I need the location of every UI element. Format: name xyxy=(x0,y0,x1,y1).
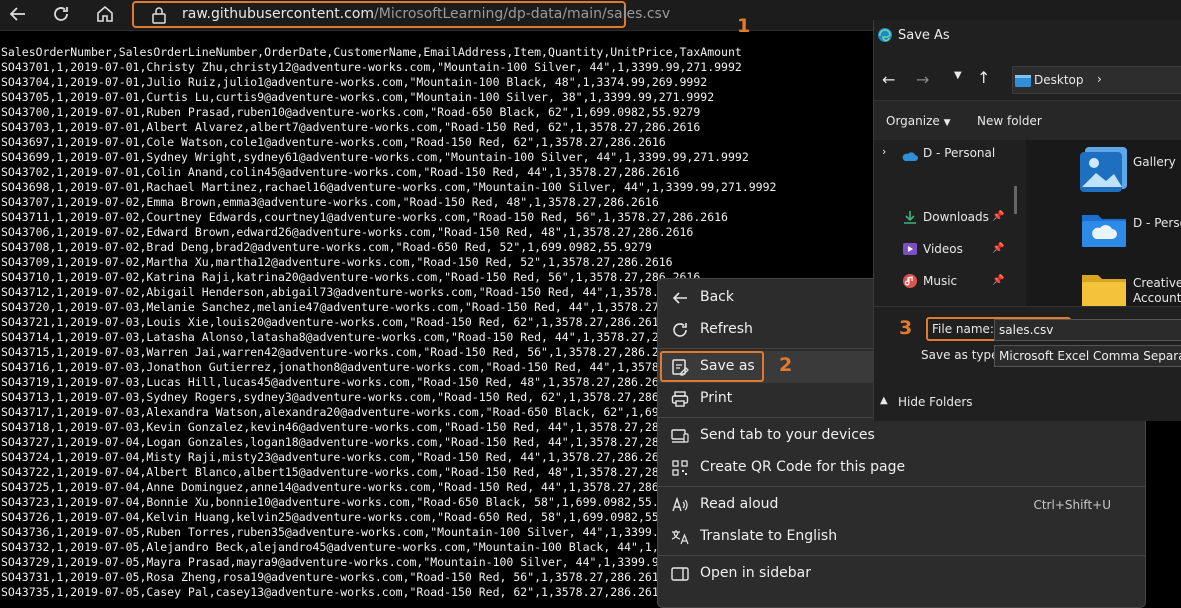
folder-icon xyxy=(1082,273,1126,310)
csv-line: SO43709,1,2019-07-02,Martha Xu,martha12@… xyxy=(1,255,673,269)
sidebar-icon xyxy=(670,565,690,583)
dialog-title: Save As xyxy=(898,28,950,43)
menu-label: Read aloud xyxy=(700,496,779,512)
file-item-label-line2: Account xyxy=(1133,291,1181,305)
refresh-icon[interactable] xyxy=(50,4,72,26)
save-as-dialog: Save As ← → ▼ ↑ Desktop › Organize ▼ New… xyxy=(873,20,1181,421)
home-icon[interactable] xyxy=(94,4,116,26)
file-item-label: Creative C xyxy=(1133,276,1181,290)
file-item-label: Gallery xyxy=(1133,155,1176,169)
menu-separator xyxy=(658,555,1145,556)
csv-line: SO43698,1,2019-07-01,Rachael Martinez,ra… xyxy=(1,180,777,194)
csv-header-line: SalesOrderNumber,SalesOrderLineNumber,Or… xyxy=(1,45,742,59)
pin-icon[interactable]: 📌 xyxy=(992,275,1004,286)
breadcrumb-label: Desktop xyxy=(1034,73,1084,87)
csv-line: SO43700,1,2019-07-01,Ruben Prasad,ruben1… xyxy=(1,105,701,119)
breadcrumb-chevron-icon[interactable]: › xyxy=(1097,72,1102,86)
address-bar[interactable]: raw.githubusercontent.com/MicrosoftLearn… xyxy=(132,1,670,28)
translate-icon xyxy=(670,528,690,546)
new-folder-button[interactable]: New folder xyxy=(977,114,1042,128)
step-1-marker: 1 xyxy=(737,15,751,37)
url-text: raw.githubusercontent.com/MicrosoftLearn… xyxy=(182,6,670,22)
organize-label: Organize xyxy=(886,114,940,128)
csv-line: SO43702,1,2019-07-01,Colin Anand,colin45… xyxy=(1,165,680,179)
menu-label: Send tab to your devices xyxy=(700,427,875,443)
nav-item-label: Music xyxy=(923,274,958,288)
read-aloud-icon xyxy=(670,496,690,514)
file-name-label: File name: xyxy=(932,322,994,336)
devices-icon xyxy=(670,427,690,445)
desktop-folder-icon xyxy=(1015,73,1031,92)
menu-label: Open in sidebar xyxy=(700,565,811,581)
onedrive-cloud-icon xyxy=(902,147,918,166)
menu-item-qr-code[interactable]: Create QR Code for this page xyxy=(658,452,1145,484)
menu-label: Back xyxy=(700,289,734,305)
file-item-label: D - Perso xyxy=(1133,216,1181,230)
back-arrow-icon xyxy=(670,289,690,307)
save-as-highlight xyxy=(660,351,764,382)
pin-icon[interactable]: 📌 xyxy=(992,211,1004,222)
menu-shortcut: Ctrl+Shift+U xyxy=(1033,498,1111,512)
expand-chevron-icon[interactable]: › xyxy=(882,145,886,158)
csv-line: SO43699,1,2019-07-01,Sydney Wright,sydne… xyxy=(1,150,749,164)
dialog-file-list: Gallery D - Perso Creative C Account xyxy=(1026,140,1181,306)
csv-line: SO43708,1,2019-07-02,Brad Deng,brad2@adv… xyxy=(1,240,652,254)
csv-line: SO43703,1,2019-07-01,Albert Alvarez,albe… xyxy=(1,120,701,134)
csv-line: SO43697,1,2019-07-01,Cole Watson,cole1@a… xyxy=(1,135,666,149)
menu-separator xyxy=(658,486,1145,487)
gallery-icon xyxy=(1080,147,1130,197)
organize-button[interactable]: Organize ▼ xyxy=(886,114,951,128)
csv-line: SO43704,1,2019-07-01,Julio Ruiz,julio1@a… xyxy=(1,75,708,89)
hide-folders-button[interactable]: Hide Folders xyxy=(898,395,973,409)
csv-line: SO43701,1,2019-07-01,Christy Zhu,christy… xyxy=(1,60,742,74)
onedrive-folder-icon xyxy=(1082,211,1126,251)
menu-item-open-sidebar[interactable]: Open in sidebar xyxy=(658,558,1145,590)
save-type-select[interactable]: Microsoft Excel Comma Separated V xyxy=(994,345,1181,367)
file-name-input[interactable]: sales.csv xyxy=(994,319,1181,341)
scrollbar-thumb[interactable] xyxy=(1014,186,1017,214)
qr-code-icon xyxy=(670,459,690,477)
url-host: raw.githubusercontent.com xyxy=(182,6,375,22)
menu-label: Print xyxy=(700,390,733,406)
chevron-up-icon[interactable]: ▲ xyxy=(880,395,888,406)
nav-forward-icon[interactable]: → xyxy=(916,70,929,89)
nav-item-label: Downloads xyxy=(923,210,989,224)
csv-line: SO43706,1,2019-07-02,Edward Brown,edward… xyxy=(1,225,694,239)
menu-label: Refresh xyxy=(700,321,753,337)
nav-up-icon[interactable]: ↑ xyxy=(977,68,990,87)
step-2-marker: 2 xyxy=(779,354,793,376)
breadcrumb[interactable]: Desktop › xyxy=(1012,66,1181,94)
dialog-command-bar: Organize ▼ New folder xyxy=(874,100,1181,141)
menu-item-send-tab[interactable]: Send tab to your devices xyxy=(658,420,1145,452)
chevron-down-icon: ▼ xyxy=(943,118,951,128)
dialog-nav-bar: ← → ▼ ↑ Desktop › xyxy=(874,60,1181,100)
dialog-bottom-panel: File name: sales.csv Save as type: Micro… xyxy=(874,306,1181,421)
url-path: /MicrosoftLearning/dp-data/main/sales.cs… xyxy=(374,6,671,22)
csv-line: SO43705,1,2019-07-01,Curtis Lu,curtis9@a… xyxy=(1,90,715,104)
menu-label: Translate to English xyxy=(700,528,838,544)
music-icon xyxy=(902,273,918,293)
printer-icon xyxy=(670,390,690,408)
csv-line: SO43707,1,2019-07-02,Emma Brown,emma3@ad… xyxy=(1,195,659,209)
videos-icon xyxy=(902,241,918,261)
pin-icon[interactable]: 📌 xyxy=(992,243,1004,254)
nav-item-label: Videos xyxy=(923,242,963,256)
nav-item-label: D - Personal xyxy=(923,146,996,160)
step-3-marker: 3 xyxy=(899,317,913,339)
nav-history-chevron-icon[interactable]: ▼ xyxy=(954,70,962,81)
menu-item-read-aloud[interactable]: Read aloud Ctrl+Shift+U xyxy=(658,489,1145,521)
downloads-icon xyxy=(902,209,918,229)
dialog-navigation-pane: › D - Personal Downloads 📌 Videos 📌 Musi… xyxy=(874,140,1027,306)
save-type-label: Save as type: xyxy=(921,348,1003,362)
menu-label: Create QR Code for this page xyxy=(700,459,906,475)
nav-back-icon[interactable]: ← xyxy=(882,70,895,89)
edge-logo-icon xyxy=(877,27,893,47)
menu-item-translate[interactable]: Translate to English xyxy=(658,521,1145,553)
lock-icon[interactable] xyxy=(151,6,167,24)
refresh-icon xyxy=(670,321,690,339)
back-arrow-icon[interactable] xyxy=(7,4,29,26)
csv-line: SO43711,1,2019-07-02,Courtney Edwards,co… xyxy=(1,210,728,224)
